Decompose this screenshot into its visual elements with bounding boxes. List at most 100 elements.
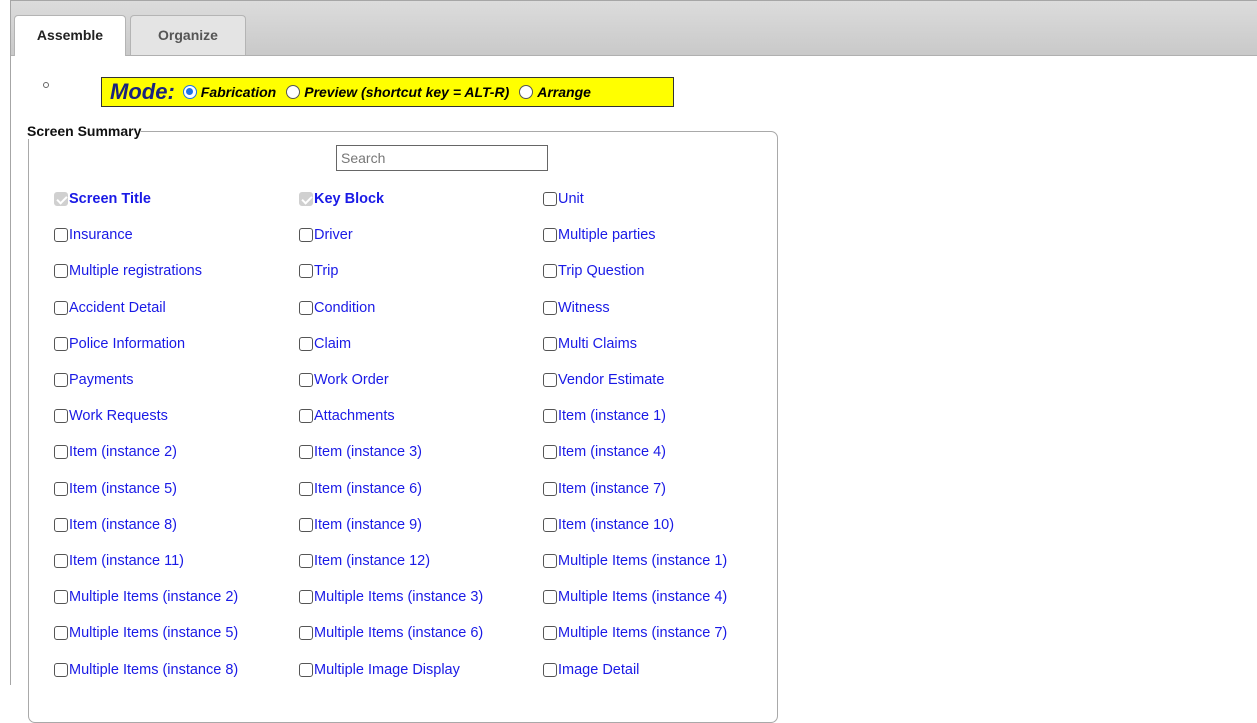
checkbox[interactable] [543, 481, 557, 496]
tab-assemble[interactable]: Assemble [14, 15, 126, 56]
checkbox[interactable] [543, 336, 557, 351]
checkbox[interactable] [299, 373, 313, 387]
section-checkbox-item[interactable]: Item (instance 1) [543, 406, 666, 426]
checkbox[interactable] [54, 517, 68, 532]
checkbox[interactable] [54, 626, 68, 641]
checkbox[interactable] [543, 626, 557, 641]
section-checkbox-item[interactable]: Multiple Items (instance 1) [543, 551, 727, 571]
checkbox[interactable] [543, 228, 557, 243]
section-checkbox-item[interactable]: Payments [54, 370, 133, 390]
radio-arrange[interactable] [519, 85, 534, 99]
checkbox[interactable] [54, 409, 68, 424]
checkbox[interactable] [54, 554, 68, 568]
section-checkbox-item[interactable]: Item (instance 6) [299, 479, 422, 499]
section-checkbox-item[interactable]: Multiple Items (instance 2) [54, 587, 238, 607]
checkbox[interactable] [299, 481, 313, 496]
checkbox-label: Item (instance 12) [314, 553, 431, 569]
checkbox[interactable] [299, 300, 313, 315]
checkbox[interactable] [543, 192, 557, 206]
section-checkbox-item[interactable]: Item (instance 11) [54, 551, 184, 571]
section-checkbox-item[interactable]: Item (instance 8) [54, 515, 177, 535]
checkbox[interactable] [54, 590, 68, 605]
checkbox[interactable] [54, 445, 68, 460]
section-checkbox-item[interactable]: Witness [543, 298, 610, 318]
checkbox[interactable] [299, 445, 313, 460]
section-checkbox-item[interactable]: Trip Question [543, 261, 645, 281]
section-checkbox-item[interactable]: Multi Claims [543, 334, 637, 354]
checkbox[interactable] [543, 300, 557, 315]
mode-option-arrange[interactable]: Arrange [519, 84, 591, 100]
checkbox-label: Item (instance 4) [558, 444, 666, 461]
checkbox[interactable] [543, 445, 557, 460]
checkbox[interactable] [299, 409, 313, 424]
section-checkbox-item[interactable]: Trip [299, 261, 338, 281]
checkbox[interactable] [299, 228, 313, 243]
checkbox-label: Trip Question [558, 263, 645, 280]
checkbox[interactable] [543, 264, 557, 279]
section-checkbox-item[interactable]: Image Detail [543, 660, 639, 680]
section-checkbox-item[interactable]: Multiple Items (instance 8) [54, 660, 238, 680]
checkbox-label: Multiple Items (instance 7) [558, 625, 728, 642]
checkbox-label: Image Detail [558, 661, 640, 678]
section-checkbox-item[interactable]: Driver [299, 225, 353, 245]
checkbox[interactable] [54, 300, 68, 315]
section-checkbox-item[interactable]: Work Requests [54, 406, 168, 426]
section-checkbox-item[interactable]: Multiple Items (instance 3) [299, 587, 483, 607]
checkbox[interactable] [299, 590, 313, 605]
section-checkbox-item[interactable]: Police Information [54, 334, 185, 354]
section-checkbox-item[interactable]: Screen Title [54, 189, 151, 209]
checkbox[interactable] [543, 590, 557, 605]
section-checkbox-item[interactable]: Multiple registrations [54, 261, 202, 281]
section-checkbox-item[interactable]: Item (instance 12) [299, 551, 430, 571]
checkbox[interactable] [299, 554, 313, 568]
section-checkbox-item[interactable]: Vendor Estimate [543, 370, 664, 390]
section-checkbox-item[interactable]: Item (instance 9) [299, 515, 422, 535]
checkbox[interactable] [543, 662, 557, 677]
checkbox[interactable] [299, 517, 313, 532]
section-checkbox-item[interactable]: Item (instance 3) [299, 442, 422, 462]
section-checkbox-item[interactable]: Multiple parties [543, 225, 656, 245]
checkbox[interactable] [299, 626, 313, 641]
section-checkbox-item[interactable]: Key Block [299, 189, 384, 209]
section-checkbox-item[interactable]: Multiple Items (instance 5) [54, 623, 238, 643]
checkbox[interactable] [299, 336, 313, 351]
radio-preview[interactable] [286, 85, 301, 99]
section-checkbox-item[interactable]: Accident Detail [54, 298, 166, 318]
section-checkbox-item[interactable]: Condition [299, 298, 375, 318]
section-checkbox-item[interactable]: Multiple Items (instance 6) [299, 623, 483, 643]
checkbox[interactable] [543, 373, 557, 387]
section-checkbox-item[interactable]: Item (instance 2) [54, 442, 177, 462]
checkbox[interactable] [299, 264, 313, 279]
search-input[interactable] [336, 145, 548, 171]
checkbox[interactable] [54, 228, 68, 243]
checkbox[interactable] [543, 517, 557, 532]
radio-fabrication[interactable] [182, 85, 197, 99]
section-checkbox-item[interactable]: Multiple Image Display [299, 660, 460, 680]
section-checkbox-item[interactable]: Insurance [54, 225, 133, 245]
checkbox[interactable] [54, 373, 68, 387]
mode-option-fabrication[interactable]: Fabrication [182, 84, 276, 100]
section-checkbox-item[interactable]: Unit [543, 189, 584, 209]
checkbox[interactable] [54, 662, 68, 677]
section-checkbox-item[interactable]: Claim [299, 334, 351, 354]
checkbox[interactable] [543, 554, 557, 568]
mode-option-preview[interactable]: Preview (shortcut key = ALT-R) [286, 84, 509, 100]
checkbox[interactable] [54, 336, 68, 351]
checkbox[interactable] [543, 409, 557, 424]
checkbox-label: Screen Title [69, 191, 151, 207]
section-checkbox-item[interactable]: Item (instance 5) [54, 479, 177, 499]
checkbox-label: Item (instance 2) [69, 444, 177, 461]
section-checkbox-item[interactable]: Multiple Items (instance 7) [543, 623, 727, 643]
checkbox [299, 192, 313, 206]
checkbox[interactable] [54, 264, 68, 279]
checkbox-label: Multiple Items (instance 2) [69, 589, 239, 606]
section-checkbox-item[interactable]: Multiple Items (instance 4) [543, 587, 727, 607]
section-checkbox-item[interactable]: Attachments [299, 406, 395, 426]
checkbox[interactable] [54, 481, 68, 496]
tab-organize[interactable]: Organize [130, 15, 246, 55]
section-checkbox-item[interactable]: Item (instance 4) [543, 442, 666, 462]
section-checkbox-item[interactable]: Item (instance 7) [543, 479, 666, 499]
section-checkbox-item[interactable]: Work Order [299, 370, 389, 390]
section-checkbox-item[interactable]: Item (instance 10) [543, 515, 674, 535]
checkbox[interactable] [299, 662, 313, 677]
